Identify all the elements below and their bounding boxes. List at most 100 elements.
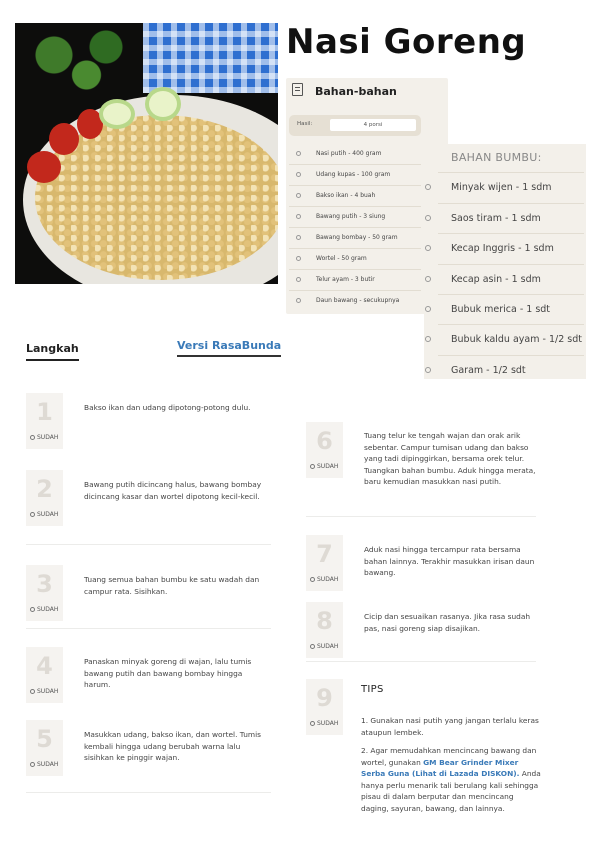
tomato-slice <box>27 151 61 183</box>
checkbox-icon[interactable] <box>425 184 431 190</box>
done-toggle[interactable]: SUDAH <box>30 434 58 441</box>
seasoning-item[interactable]: Bubuk kaldu ayam - 1/2 sdt <box>425 324 584 354</box>
ingredients-title: Bahan-bahan <box>315 85 397 98</box>
circle-icon <box>30 762 35 767</box>
ingredients-header: Bahan-bahan <box>286 78 448 106</box>
step-number-box: 5 SUDAH <box>26 720 63 776</box>
checkbox-icon[interactable] <box>296 277 301 282</box>
checkbox-icon[interactable] <box>296 256 301 261</box>
divider <box>306 516 536 517</box>
checkbox-icon[interactable] <box>296 214 301 219</box>
step-number-box: 8 SUDAH <box>306 602 343 658</box>
cucumber-slice <box>145 87 181 121</box>
ingredient-item[interactable]: Bawang putih - 3 siung <box>289 207 421 228</box>
divider <box>26 544 271 545</box>
divider <box>306 661 536 662</box>
step-number: 3 <box>36 570 53 598</box>
done-toggle[interactable]: SUDAH <box>310 576 338 583</box>
checkbox-icon[interactable] <box>296 235 301 240</box>
ingredient-item[interactable]: Wortel - 50 gram <box>289 249 421 270</box>
checkbox-icon[interactable] <box>425 367 431 373</box>
done-toggle[interactable]: SUDAH <box>310 643 338 650</box>
step-text: Bakso ikan dan udang dipotong-potong dul… <box>84 403 251 412</box>
step-text: Aduk nasi hingga tercampur rata bersama … <box>364 545 535 578</box>
checkered-cloth <box>143 23 278 93</box>
step-number-box: 1 SUDAH <box>26 393 63 449</box>
step-number-box: 9 SUDAH <box>306 679 343 735</box>
circle-icon <box>310 464 315 469</box>
step-number: 4 <box>36 652 53 680</box>
ingredient-item[interactable]: Nasi putih - 400 gram <box>289 144 421 165</box>
step-number: 8 <box>316 607 333 635</box>
step-number-box: 6 SUDAH <box>306 422 343 478</box>
step-number-box: 4 SUDAH <box>26 647 63 703</box>
circle-icon <box>30 689 35 694</box>
checkbox-icon[interactable] <box>296 298 301 303</box>
done-toggle[interactable]: SUDAH <box>30 688 58 695</box>
checkbox-icon[interactable] <box>296 151 301 156</box>
seasoning-item[interactable]: Minyak wijen - 1 sdm <box>425 172 584 202</box>
done-toggle[interactable]: SUDAH <box>310 463 338 470</box>
step-number: 1 <box>36 398 53 426</box>
circle-icon <box>30 512 35 517</box>
recipe-title: Nasi Goreng <box>286 22 527 62</box>
seasoning-title: BAHAN BUMBU: <box>451 151 542 164</box>
tomato-slice <box>49 123 79 155</box>
circle-icon <box>30 607 35 612</box>
divider <box>26 792 271 793</box>
step-text: Masukkan udang, bakso ikan, dan wortel. … <box>84 730 261 763</box>
step-number: 7 <box>316 540 333 568</box>
divider <box>26 628 271 629</box>
step-number-box: 7 SUDAH <box>306 535 343 591</box>
checkbox-icon[interactable] <box>425 336 431 342</box>
tab-langkah[interactable]: Langkah <box>26 342 79 361</box>
step-text: Cicip dan sesuaikan rasanya. Jika rasa s… <box>364 612 531 633</box>
cucumber-slice <box>99 99 135 129</box>
circle-icon <box>30 435 35 440</box>
seasoning-item[interactable]: Garam - 1/2 sdt <box>425 355 584 385</box>
circle-icon <box>310 644 315 649</box>
recipe-photo <box>15 23 278 284</box>
herb-leaves <box>15 23 145 103</box>
tip-1: 1. Gunakan nasi putih yang jangan terlal… <box>361 716 539 737</box>
done-toggle[interactable]: SUDAH <box>310 720 338 727</box>
checkbox-icon[interactable] <box>425 276 431 282</box>
ingredient-item[interactable]: Telur ayam - 3 butir <box>289 270 421 291</box>
done-toggle[interactable]: SUDAH <box>30 606 58 613</box>
seasoning-item[interactable]: Saos tiram - 1 sdm <box>425 203 584 233</box>
done-toggle[interactable]: SUDAH <box>30 511 58 518</box>
seasoning-card: BAHAN BUMBU: Minyak wijen - 1 sdm Saos t… <box>424 144 586 379</box>
checkbox-icon[interactable] <box>425 306 431 312</box>
seasoning-item[interactable]: Kecap asin - 1 sdm <box>425 264 584 294</box>
ingredient-item[interactable]: Udang kupas - 100 gram <box>289 165 421 186</box>
checkbox-icon[interactable] <box>425 245 431 251</box>
circle-icon <box>310 721 315 726</box>
checkbox-icon[interactable] <box>296 193 301 198</box>
step-text: Bawang putih dicincang halus, bawang bom… <box>84 480 262 501</box>
step-number-box: 3 SUDAH <box>26 565 63 621</box>
servings-input[interactable]: 4 porsi <box>330 119 416 131</box>
ingredient-item[interactable]: Bawang bombay - 50 gram <box>289 228 421 249</box>
seasoning-item[interactable]: Kecap Inggris - 1 sdm <box>425 233 584 263</box>
ingredient-item[interactable]: Daun bawang - secukupnya <box>289 291 421 312</box>
done-toggle[interactable]: SUDAH <box>30 761 58 768</box>
circle-icon <box>310 577 315 582</box>
notepad-icon <box>292 83 303 96</box>
tip-2: 2. Agar memudahkan mencincang bawang dan… <box>361 746 541 813</box>
step-number: 6 <box>316 427 333 455</box>
checkbox-icon[interactable] <box>296 172 301 177</box>
tab-versi-rasabunda[interactable]: Versi RasaBunda <box>177 339 282 357</box>
checkbox-icon[interactable] <box>425 215 431 221</box>
servings-box: Hasil: 4 porsi <box>289 115 421 136</box>
step-text: Tuang telur ke tengah wajan dan orak ari… <box>364 431 536 487</box>
ingredient-item[interactable]: Bakso ikan - 4 buah <box>289 186 421 207</box>
step-text: Panaskan minyak goreng di wajan, lalu tu… <box>84 657 252 690</box>
seasoning-item[interactable]: Bubuk merica - 1 sdt <box>425 294 584 324</box>
tips-title: TIPS <box>361 684 384 695</box>
step-number: 2 <box>36 475 53 503</box>
step-number: 5 <box>36 725 53 753</box>
step-text: Tuang semua bahan bumbu ke satu wadah da… <box>84 575 260 596</box>
step-number: 9 <box>316 684 333 712</box>
step-number-box: 2 SUDAH <box>26 470 63 526</box>
servings-label: Hasil: <box>297 121 313 127</box>
